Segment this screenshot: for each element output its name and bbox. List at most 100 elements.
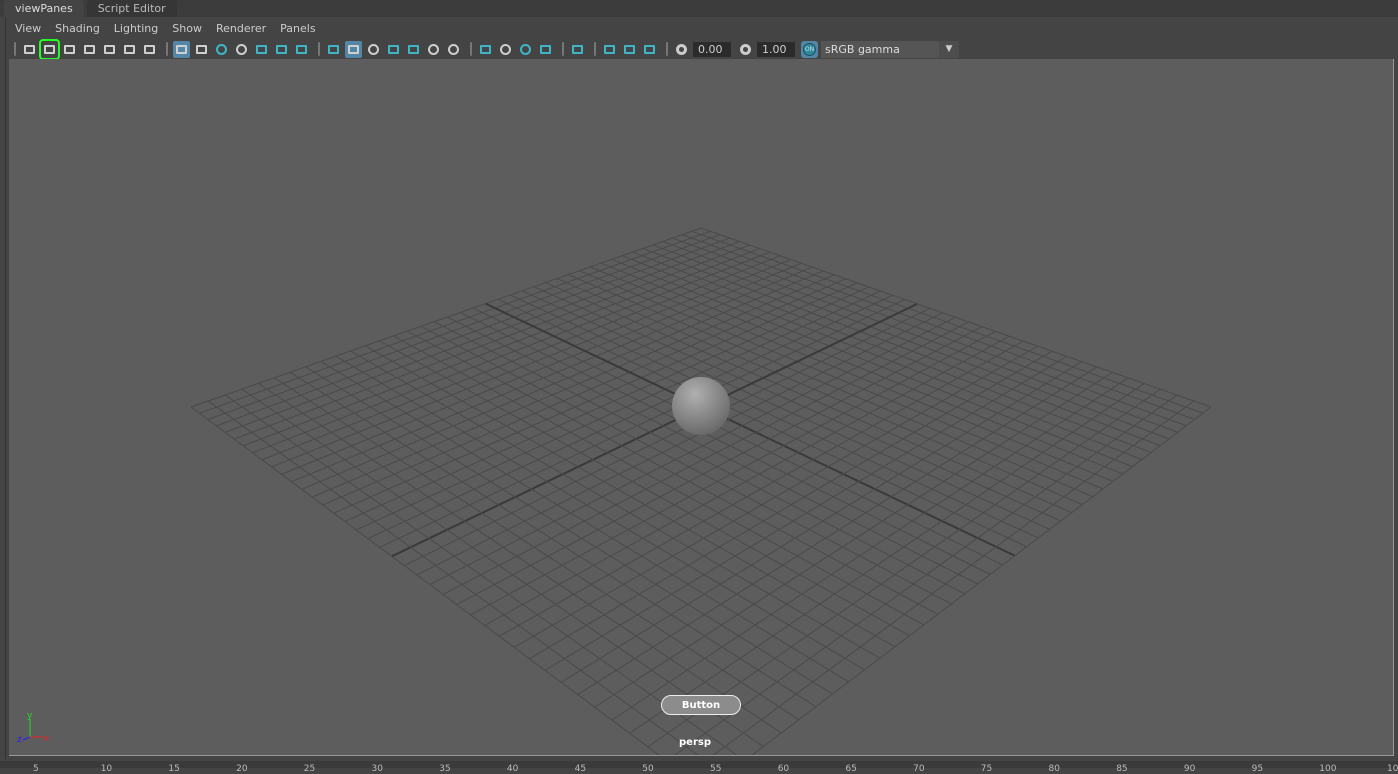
sphere-object[interactable] — [672, 377, 730, 435]
safe-action-button[interactable] — [273, 41, 290, 58]
toolbar-divider[interactable] — [470, 42, 472, 56]
grid-line — [611, 258, 1133, 468]
grid-line — [416, 312, 943, 576]
exposure-field[interactable]: 0.00 — [693, 41, 731, 57]
image-plane-button[interactable] — [101, 41, 118, 58]
camera-name-label: persp — [679, 737, 711, 748]
view-transform-dropdown[interactable]: sRGB gamma ▼ — [821, 40, 959, 58]
grid-line — [544, 355, 1067, 671]
textured-button[interactable] — [405, 41, 422, 58]
timeline-tick: 65 — [845, 764, 857, 774]
depth-of-field-button[interactable] — [537, 41, 554, 58]
toolbar-divider[interactable] — [594, 42, 596, 56]
timeline-tick: 105 — [1387, 764, 1398, 774]
menu-shading[interactable]: Shading — [55, 22, 100, 35]
motion-blur-button[interactable] — [497, 41, 514, 58]
xray-icon — [624, 44, 635, 54]
exposure-button[interactable] — [673, 41, 690, 58]
camera-attributes-button[interactable] — [61, 41, 78, 58]
toolbar-divider[interactable] — [318, 42, 320, 56]
use-lights-button[interactable] — [425, 41, 442, 58]
view-panel: View Shading Lighting Show Renderer Panels 0.… — [5, 17, 1398, 759]
grid-line — [499, 340, 1024, 637]
isolate-select-icon — [604, 44, 615, 54]
tab-viewpanes[interactable]: viewPanes — [4, 0, 84, 17]
film-gate-button[interactable] — [193, 41, 210, 58]
tab-script-editor[interactable]: Script Editor — [86, 0, 177, 17]
select-camera-button[interactable] — [569, 41, 586, 58]
panel-tabs: viewPanes Script Editor — [0, 0, 1398, 17]
grid-line — [322, 278, 846, 506]
color-management-toggle[interactable]: ON — [801, 40, 818, 58]
2d-pan-zoom-button[interactable] — [121, 41, 138, 58]
grid-line — [567, 274, 1093, 498]
menu-lighting[interactable]: Lighting — [114, 22, 158, 35]
toolbar-divider[interactable] — [14, 42, 16, 56]
timeline-tick: 90 — [1183, 764, 1196, 774]
grid-line — [291, 266, 813, 483]
view-transform-value: sRGB gamma — [825, 42, 900, 56]
xray-joints-button[interactable] — [641, 41, 658, 58]
grease-pencil-button[interactable] — [141, 41, 158, 58]
field-chart-icon — [256, 44, 267, 54]
timeline-tick: 100 — [1319, 764, 1337, 774]
ground-grid — [190, 227, 1212, 755]
safe-title-button[interactable] — [293, 41, 310, 58]
use-lights-icon — [428, 43, 439, 55]
viewport-button[interactable]: Button — [661, 695, 741, 715]
motion-blur-icon — [500, 43, 511, 55]
timeline-tick: 15 — [168, 764, 180, 774]
2d-pan-zoom-icon — [124, 44, 135, 54]
grid-icon — [176, 44, 187, 54]
timeline-tick: 20 — [236, 764, 248, 774]
screen-space-ao-button[interactable] — [477, 41, 494, 58]
camera-lock-button[interactable] — [39, 38, 60, 60]
timeline-tick: 10 — [100, 764, 113, 774]
time-slider[interactable]: 5 10 15 20 25 30 35 40 45 50 55 60 65 70 75 80 85 90 95 100… — [0, 759, 1398, 774]
axis-x-label: x — [44, 734, 50, 744]
toolbar-divider[interactable] — [562, 42, 564, 56]
grid-line — [350, 350, 881, 659]
bookmark-button[interactable] — [81, 41, 98, 58]
wireframe-button[interactable] — [325, 41, 342, 58]
shadows-button[interactable] — [445, 41, 462, 58]
grid-line — [420, 325, 952, 605]
camera-button[interactable] — [21, 41, 38, 58]
gamma-button[interactable] — [737, 41, 754, 58]
timeline-tick: 30 — [371, 764, 383, 774]
gamma-field[interactable]: 1.00 — [757, 41, 795, 57]
grid-line — [751, 406, 1212, 755]
default-material-button[interactable] — [365, 41, 382, 58]
menu-panels[interactable]: Panels — [280, 22, 315, 35]
grid-line — [320, 360, 849, 683]
grid-line — [271, 259, 791, 468]
safe-action-icon — [276, 44, 287, 54]
smooth-shade-button[interactable] — [345, 40, 362, 58]
film-gate-icon — [196, 44, 207, 54]
isolate-select-button[interactable] — [601, 41, 618, 58]
grid-line — [533, 286, 1061, 522]
anti-aliasing-button[interactable] — [517, 41, 534, 58]
gate-mask-button[interactable] — [233, 41, 250, 58]
resolution-gate-button[interactable] — [213, 41, 230, 58]
wireframe-on-shaded-button[interactable] — [385, 41, 402, 58]
menu-renderer[interactable]: Renderer — [216, 22, 266, 35]
grid-line — [629, 383, 1145, 734]
field-chart-button[interactable] — [253, 41, 270, 58]
menu-view[interactable]: View — [15, 22, 41, 35]
timeline-tick: 35 — [439, 764, 451, 774]
panel-menubar: View Shading Lighting Show Renderer Panels — [6, 17, 1398, 39]
3d-viewport[interactable]: Button persp y x z — [9, 59, 1394, 756]
shadows-icon — [448, 43, 459, 55]
grid-line — [662, 240, 1178, 433]
chevron-down-icon[interactable]: ▼ — [939, 40, 959, 58]
grid-button[interactable] — [173, 40, 190, 58]
xray-button[interactable] — [621, 41, 638, 58]
smooth-shade-icon — [348, 44, 359, 54]
axis-z-label: z — [17, 735, 22, 745]
toolbar-divider[interactable] — [666, 42, 668, 56]
toolbar-divider[interactable] — [166, 42, 168, 56]
menu-show[interactable]: Show — [172, 22, 202, 35]
timeline-tick: 60 — [777, 764, 790, 774]
grid-line — [652, 244, 1170, 440]
